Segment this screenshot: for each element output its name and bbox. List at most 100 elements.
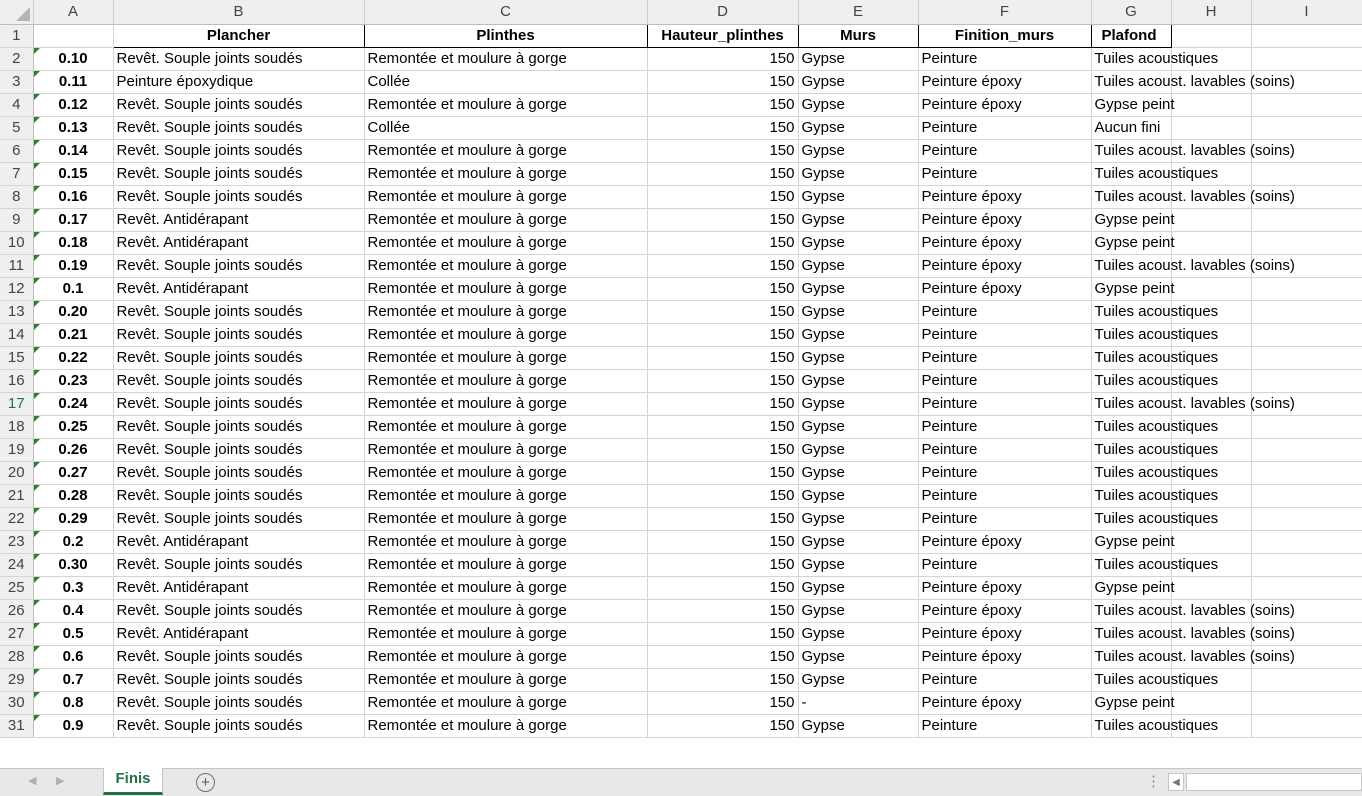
cell-E[interactable]: Gypse (798, 392, 919, 416)
row-header[interactable]: 19 (0, 438, 34, 462)
cell-I1[interactable] (1251, 24, 1362, 48)
cell-A[interactable]: 0.27 (33, 461, 114, 485)
cell-G[interactable]: Tuiles acoust. lavables (soins) (1091, 185, 1295, 209)
sheet-tab-finis[interactable]: Finis (103, 768, 163, 795)
cell-H[interactable] (1171, 277, 1252, 301)
row-header[interactable]: 26 (0, 599, 34, 623)
cell-F[interactable]: Peinture (918, 438, 1092, 462)
row-header[interactable]: 31 (0, 714, 34, 738)
cell-G[interactable]: Gypse peint (1091, 530, 1175, 554)
cell-B[interactable]: Revêt. Antidérapant (113, 622, 365, 646)
cell-F[interactable]: Peinture (918, 461, 1092, 485)
column-header-I[interactable]: I (1251, 0, 1362, 25)
cell-D[interactable]: 150 (647, 576, 799, 600)
cell-B[interactable]: Revêt. Souple joints soudés (113, 599, 365, 623)
cell-E[interactable]: Gypse (798, 576, 919, 600)
cell-F[interactable]: Peinture (918, 714, 1092, 738)
cell-I[interactable] (1251, 116, 1362, 140)
cell-G[interactable]: Tuiles acoustiques (1091, 484, 1218, 508)
cell-E[interactable]: Gypse (798, 668, 919, 692)
cell-B[interactable]: Revêt. Souple joints soudés (113, 645, 365, 669)
cell-D[interactable]: 150 (647, 346, 799, 370)
row-header[interactable]: 29 (0, 668, 34, 692)
select-all-corner[interactable] (0, 0, 34, 25)
cell-B[interactable]: Revêt. Souple joints soudés (113, 254, 365, 278)
cell-E[interactable]: Gypse (798, 645, 919, 669)
cell-E[interactable]: Gypse (798, 116, 919, 140)
cell-A[interactable]: 0.11 (33, 70, 114, 94)
cell-C[interactable]: Remontée et moulure à gorge (364, 622, 648, 646)
cell-E[interactable]: Gypse (798, 369, 919, 393)
cell-D[interactable]: 150 (647, 415, 799, 439)
cell-B[interactable]: Revêt. Souple joints soudés (113, 93, 365, 117)
cell-A[interactable]: 0.6 (33, 645, 114, 669)
cell-F[interactable]: Peinture (918, 116, 1092, 140)
cell-C[interactable]: Remontée et moulure à gorge (364, 530, 648, 554)
cell-G[interactable]: Tuiles acoustiques (1091, 323, 1218, 347)
cell-I[interactable] (1251, 300, 1362, 324)
cell-F[interactable]: Peinture époxy (918, 691, 1092, 715)
cell-G[interactable]: Tuiles acoustiques (1091, 300, 1218, 324)
cell-E[interactable]: Gypse (798, 346, 919, 370)
cell-D[interactable]: 150 (647, 185, 799, 209)
column-header-C[interactable]: C (364, 0, 648, 25)
sheet-table[interactable]: A B C D E F G H I 1 Plancher Plinthes Ha… (0, 0, 1362, 738)
cell-A[interactable]: 0.30 (33, 553, 114, 577)
cell-G[interactable]: Gypse peint (1091, 691, 1175, 715)
cell-H1[interactable] (1171, 24, 1252, 48)
cell-D[interactable]: 150 (647, 208, 799, 232)
cell-D[interactable]: 150 (647, 139, 799, 163)
row-header[interactable]: 3 (0, 70, 34, 94)
cell-D[interactable]: 150 (647, 116, 799, 140)
column-header-E[interactable]: E (798, 0, 919, 25)
cell-H[interactable] (1171, 530, 1252, 554)
cell-G[interactable]: Tuiles acoustiques (1091, 714, 1218, 738)
cell-C[interactable]: Remontée et moulure à gorge (364, 668, 648, 692)
header-cell-plancher[interactable]: Plancher (112, 23, 365, 48)
row-header[interactable]: 5 (0, 116, 34, 140)
row-header[interactable]: 18 (0, 415, 34, 439)
cell-B[interactable]: Peinture époxydique (113, 70, 365, 94)
cell-C[interactable]: Collée (364, 116, 648, 140)
row-header[interactable]: 1 (0, 24, 34, 48)
row-header[interactable]: 10 (0, 231, 34, 255)
cell-E[interactable]: Gypse (798, 185, 919, 209)
header-cell-plafond[interactable]: Plafond (1090, 23, 1172, 48)
cell-D[interactable]: 150 (647, 691, 799, 715)
cell-F[interactable]: Peinture (918, 300, 1092, 324)
cell-G[interactable]: Tuiles acoustiques (1091, 47, 1218, 71)
cell-A[interactable]: 0.24 (33, 392, 114, 416)
cell-D[interactable]: 150 (647, 323, 799, 347)
row-header[interactable]: 24 (0, 553, 34, 577)
header-cell-murs[interactable]: Murs (797, 23, 919, 48)
cell-F[interactable]: Peinture époxy (918, 208, 1092, 232)
cell-B[interactable]: Revêt. Souple joints soudés (113, 116, 365, 140)
cell-E[interactable]: Gypse (798, 139, 919, 163)
cell-B[interactable]: Revêt. Souple joints soudés (113, 714, 365, 738)
cell-F[interactable]: Peinture époxy (918, 645, 1092, 669)
cell-E[interactable]: Gypse (798, 553, 919, 577)
cell-E[interactable]: Gypse (798, 484, 919, 508)
cell-D[interactable]: 150 (647, 277, 799, 301)
cell-B[interactable]: Revêt. Antidérapant (113, 208, 365, 232)
cell-A[interactable]: 0.12 (33, 93, 114, 117)
cell-F[interactable]: Peinture (918, 346, 1092, 370)
cell-F[interactable]: Peinture époxy (918, 231, 1092, 255)
cell-B[interactable]: Revêt. Souple joints soudés (113, 300, 365, 324)
row-header[interactable]: 13 (0, 300, 34, 324)
cell-D[interactable]: 150 (647, 714, 799, 738)
cell-A[interactable]: 0.16 (33, 185, 114, 209)
cell-E[interactable]: Gypse (798, 254, 919, 278)
cell-E[interactable]: Gypse (798, 622, 919, 646)
cell-C[interactable]: Remontée et moulure à gorge (364, 369, 648, 393)
cell-I[interactable] (1251, 346, 1362, 370)
cell-A[interactable]: 0.22 (33, 346, 114, 370)
row-header[interactable]: 16 (0, 369, 34, 393)
cell-C[interactable]: Remontée et moulure à gorge (364, 162, 648, 186)
cell-E[interactable]: Gypse (798, 70, 919, 94)
cell-D[interactable]: 150 (647, 392, 799, 416)
cell-I[interactable] (1251, 576, 1362, 600)
cell-A[interactable]: 0.18 (33, 231, 114, 255)
cell-F[interactable]: Peinture époxy (918, 93, 1092, 117)
cell-I[interactable] (1251, 47, 1362, 71)
